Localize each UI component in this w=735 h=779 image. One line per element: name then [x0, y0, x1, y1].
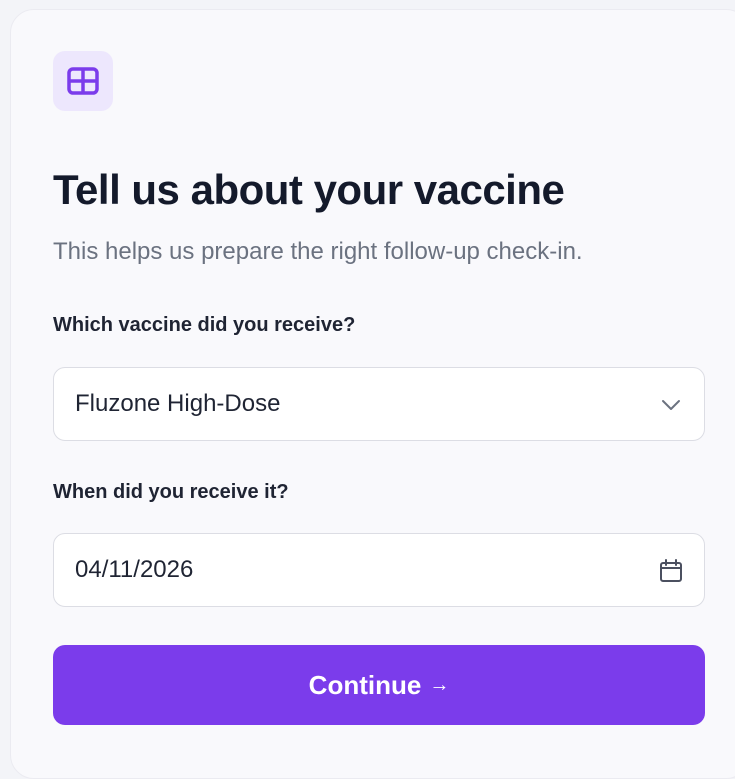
vaccine-select[interactable]: Fluzone High-Dose — [53, 367, 705, 441]
arrow-right-icon: → — [429, 673, 450, 696]
grid-icon-glyph — [67, 67, 99, 95]
chevron-down-icon — [662, 400, 680, 410]
date-input-value: 04/11/2026 — [75, 556, 194, 583]
grid-icon — [53, 51, 113, 111]
calendar-icon[interactable] — [658, 558, 684, 584]
vaccine-select-value: Fluzone High-Dose — [75, 390, 281, 417]
vaccine-select-label: Which vaccine did you receive? — [53, 314, 356, 336]
date-field-label: When did you receive it? — [53, 481, 289, 503]
page-subtitle: This helps us prepare the right follow-u… — [53, 238, 583, 265]
continue-button-label: Continue — [308, 669, 422, 700]
page-title: Tell us about your vaccine — [53, 166, 565, 213]
vaccine-form-card: Tell us about your vaccine This helps us… — [10, 9, 735, 779]
continue-button[interactable]: Continue → — [53, 645, 705, 725]
date-input[interactable]: 04/11/2026 — [53, 533, 705, 607]
